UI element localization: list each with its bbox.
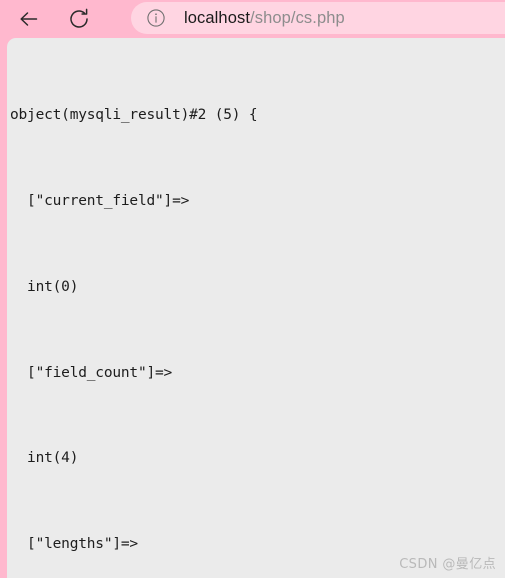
page-content: object(mysqli_result)#2 (5) { ["current_…	[7, 38, 505, 578]
dump-line: ["current_field"]=>	[10, 192, 190, 209]
url-host: localhost	[184, 9, 251, 27]
dump-line: int(4)	[10, 450, 79, 467]
info-circle-icon[interactable]	[145, 7, 167, 29]
csdn-watermark: CSDN @曼亿点	[399, 557, 496, 572]
page-viewport: object(mysqli_result)#2 (5) { ["current_…	[0, 38, 505, 578]
dump-line: int(0)	[10, 278, 79, 295]
back-arrow-icon	[16, 6, 42, 32]
dump-line: ["field_count"]=>	[10, 364, 173, 381]
back-button[interactable]	[12, 2, 46, 36]
reload-button[interactable]	[62, 2, 96, 36]
address-bar[interactable]: localhost/shop/cs.php	[131, 2, 505, 34]
browser-toolbar: localhost/shop/cs.php	[0, 0, 505, 38]
reload-icon	[66, 6, 92, 32]
browser-window: localhost/shop/cs.php object(mysqli_resu…	[0, 0, 505, 578]
address-bar-url: localhost/shop/cs.php	[184, 8, 345, 28]
var-dump-output: object(mysqli_result)#2 (5) { ["current_…	[7, 38, 505, 578]
dump-line: object(mysqli_result)#2 (5) {	[10, 107, 258, 124]
url-path: /shop/cs.php	[250, 9, 345, 27]
